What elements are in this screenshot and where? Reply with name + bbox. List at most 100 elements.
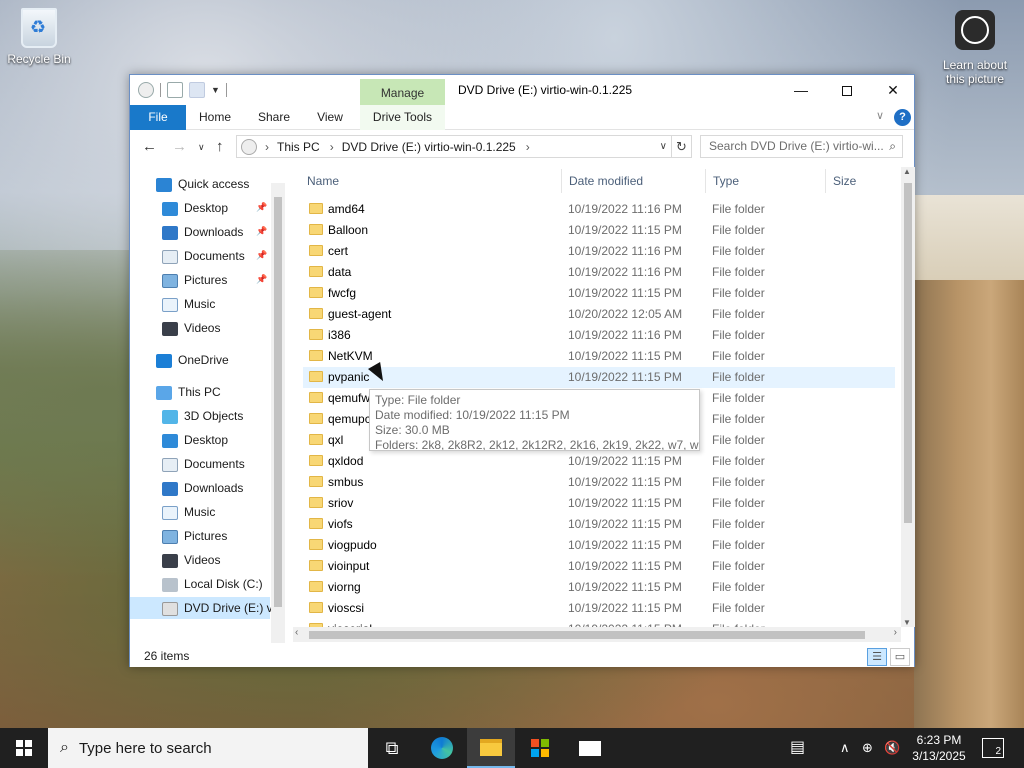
tooltip-size: Size: 30.0 MB — [375, 423, 450, 437]
show-hidden-icons-chevron-icon[interactable]: ∧ — [840, 728, 850, 768]
file-date-modified: 10/19/2022 11:15 PM — [568, 475, 682, 489]
scroll-right-arrow-icon[interactable]: › — [894, 627, 897, 638]
recycle-bin-desktop-icon[interactable]: Recycle Bin — [6, 8, 72, 66]
file-list-vertical-scrollbar[interactable]: ▲ ▼ — [901, 167, 915, 627]
mail-taskbar-button[interactable] — [566, 728, 614, 768]
address-dropdown-chevron-icon[interactable]: ∨ — [660, 141, 667, 152]
column-header-date-modified[interactable]: Date modified — [569, 169, 643, 193]
start-button[interactable] — [0, 728, 48, 768]
nav-music[interactable]: Music — [162, 501, 215, 523]
column-header-type[interactable]: Type — [713, 169, 739, 193]
table-row[interactable]: smbus 10/19/2022 11:15 PM File folder — [303, 472, 895, 493]
table-row[interactable]: pvpanic 10/19/2022 11:15 PM File folder — [303, 367, 895, 388]
table-row[interactable]: vioscsi 10/19/2022 11:15 PM File folder — [303, 598, 895, 619]
help-icon[interactable]: ? — [894, 109, 911, 126]
breadcrumb-dvd-drive[interactable]: DVD Drive (E:) virtio-win-0.1.225 — [342, 140, 516, 154]
store-taskbar-button[interactable] — [516, 728, 564, 768]
table-row[interactable]: vioinput 10/19/2022 11:15 PM File folder — [303, 556, 895, 577]
file-date-modified: 10/19/2022 11:15 PM — [568, 517, 682, 531]
table-row[interactable]: i386 10/19/2022 11:16 PM File folder — [303, 325, 895, 346]
nav-qa-videos[interactable]: Videos — [162, 317, 220, 339]
nav-qa-desktop[interactable]: Desktop — [162, 197, 228, 219]
nav-onedrive[interactable]: OneDrive — [156, 349, 229, 371]
nav-qa-pictures[interactable]: Pictures — [162, 269, 227, 291]
file-list-horizontal-scrollbar[interactable]: ‹ › — [293, 627, 901, 642]
file-name: viorng — [328, 580, 361, 594]
edge-taskbar-button[interactable] — [418, 728, 466, 768]
file-explorer-taskbar-button[interactable] — [467, 728, 515, 768]
new-folder-icon[interactable] — [189, 82, 205, 98]
scroll-left-arrow-icon[interactable]: ‹ — [295, 627, 298, 638]
file-date-modified: 10/19/2022 11:15 PM — [568, 286, 682, 300]
table-row[interactable]: guest-agent 10/20/2022 12:05 AM File folde… — [303, 304, 895, 325]
refresh-icon[interactable]: ↻ — [672, 135, 692, 158]
table-row[interactable]: sriov 10/19/2022 11:15 PM File folder — [303, 493, 895, 514]
table-row[interactable]: qxldod 10/19/2022 11:15 PM File folder — [303, 451, 895, 472]
nav-dvd-drive[interactable]: DVD Drive (E:) vi — [130, 597, 275, 619]
table-row[interactable]: data 10/19/2022 11:16 PM File folder — [303, 262, 895, 283]
nav-downloads[interactable]: Downloads — [162, 477, 243, 499]
notifications-button[interactable]: 2 — [982, 738, 1004, 758]
back-arrow-icon[interactable]: ← — [142, 138, 157, 155]
file-date-modified: 10/19/2022 11:16 PM — [568, 244, 682, 258]
news-widget-icon[interactable]: ▤ — [790, 728, 805, 768]
tab-file[interactable]: File — [130, 105, 186, 130]
forward-arrow-icon[interactable]: → — [172, 138, 187, 155]
nav-pane-scrollbar[interactable] — [271, 183, 285, 643]
tab-home[interactable]: Home — [190, 105, 240, 130]
system-clock[interactable]: 6:23 PM 3/13/2025 — [904, 732, 974, 764]
nav-qa-documents[interactable]: Documents — [162, 245, 245, 267]
table-row[interactable]: viofs 10/19/2022 11:15 PM File folder — [303, 514, 895, 535]
minimize-button[interactable]: — — [778, 75, 824, 105]
tab-drive-tools[interactable]: Drive Tools — [360, 105, 445, 130]
column-header-size[interactable]: Size — [833, 169, 856, 193]
close-button[interactable]: ✕ — [870, 75, 916, 105]
table-row[interactable]: fwcfg 10/19/2022 11:15 PM File folder — [303, 283, 895, 304]
details-view-icon[interactable]: ☰ — [867, 648, 887, 666]
nav-this-pc[interactable]: This PC — [156, 381, 221, 403]
file-name: vioinput — [328, 559, 370, 573]
large-icons-view-icon[interactable]: ▭ — [890, 648, 910, 666]
nav-pictures[interactable]: Pictures — [162, 525, 227, 547]
recent-locations-chevron-icon[interactable]: ∨ — [198, 142, 205, 153]
up-arrow-icon[interactable]: ↑ — [216, 138, 224, 155]
scroll-up-arrow-icon[interactable]: ▲ — [903, 167, 911, 176]
file-type: File folder — [712, 496, 765, 510]
network-icon[interactable]: ⊕ — [862, 728, 873, 768]
nav-videos[interactable]: Videos — [162, 549, 220, 571]
nav-desktop[interactable]: Desktop — [162, 429, 228, 451]
table-row[interactable]: Balloon 10/19/2022 11:15 PM File folder — [303, 220, 895, 241]
maximize-button[interactable] — [824, 75, 870, 105]
table-row[interactable]: viorng 10/19/2022 11:15 PM File folder — [303, 577, 895, 598]
search-input[interactable]: Search DVD Drive (E:) virtio-wi... ⌕ — [700, 135, 903, 158]
task-view-button[interactable]: ⧉ — [368, 728, 416, 768]
folder-icon — [309, 350, 323, 361]
file-type: File folder — [712, 475, 765, 489]
tab-view[interactable]: View — [308, 105, 352, 130]
nav-local-disk[interactable]: Local Disk (C:) — [162, 573, 263, 595]
customize-toolbar-chevron-icon[interactable]: ▼ — [211, 85, 220, 95]
volume-icon[interactable]: 🔇 — [884, 728, 900, 768]
nav-qa-music[interactable]: Music — [162, 293, 215, 315]
table-row[interactable]: amd64 10/19/2022 11:16 PM File folder — [303, 199, 895, 220]
nav-3d-objects[interactable]: 3D Objects — [162, 405, 243, 427]
column-header-name[interactable]: Name — [307, 169, 339, 193]
pin-icon: 📌 — [256, 274, 268, 284]
nav-quick-access[interactable]: Quick access — [156, 173, 249, 195]
expand-ribbon-chevron-icon[interactable]: ∨ — [876, 109, 884, 122]
scroll-down-arrow-icon[interactable]: ▼ — [903, 618, 911, 627]
drive-icon[interactable] — [138, 82, 154, 98]
nav-qa-downloads[interactable]: Downloads — [162, 221, 243, 243]
notification-count: 2 — [995, 746, 1001, 757]
learn-about-picture-desktop-icon[interactable]: Learn about this picture — [938, 10, 1012, 86]
table-row[interactable]: NetKVM 10/19/2022 11:15 PM File folder — [303, 346, 895, 367]
properties-icon[interactable] — [167, 82, 183, 98]
breadcrumb-this-pc[interactable]: This PC — [277, 140, 320, 154]
table-row[interactable]: viogpudo 10/19/2022 11:15 PM File folder — [303, 535, 895, 556]
nav-documents[interactable]: Documents — [162, 453, 245, 475]
table-row[interactable]: cert 10/19/2022 11:16 PM File folder — [303, 241, 895, 262]
tab-share[interactable]: Share — [250, 105, 298, 130]
taskbar-search-box[interactable]: ⌕ Type here to search — [48, 728, 368, 768]
address-bar[interactable]: › This PC › DVD Drive (E:) virtio-win-0.… — [236, 135, 672, 158]
file-name: qxl — [328, 433, 344, 447]
